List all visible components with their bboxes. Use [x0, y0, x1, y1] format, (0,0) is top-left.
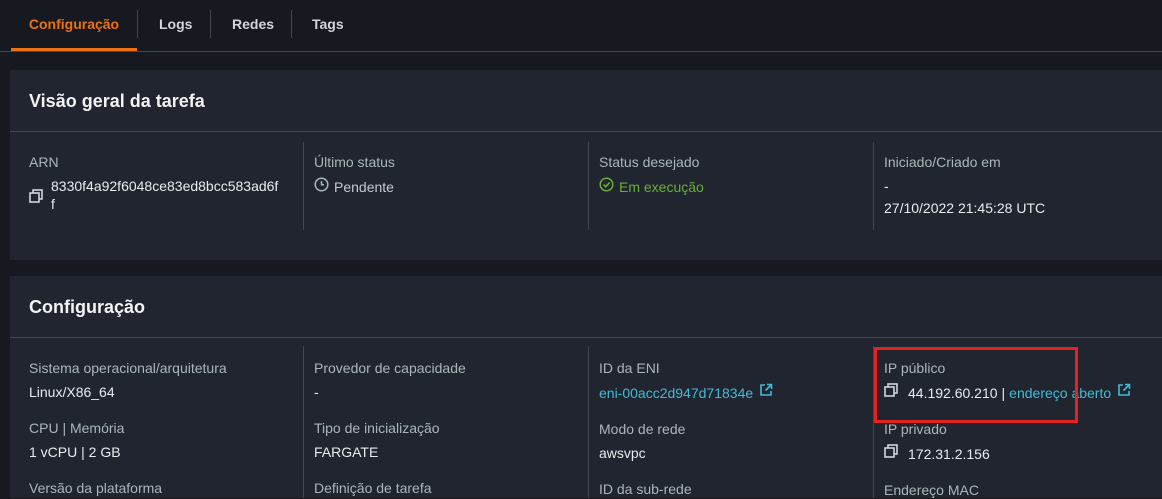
- started-field: Iniciado/Criado em - 27/10/2022 21:45:28…: [884, 153, 1154, 217]
- desired-status-value: Em execução: [619, 179, 704, 195]
- highlight-annotation-box: [874, 347, 1078, 423]
- last-status-value: Pendente: [334, 179, 394, 195]
- capacity-provider-label: Provedor de capacidade: [314, 360, 466, 376]
- launch-type-value: FARGATE: [314, 444, 379, 460]
- tab-divider: [137, 10, 138, 38]
- arn-field: ARN 8330f4a92f6048ce83ed8bcc583ad6f f: [29, 153, 299, 213]
- launch-type-label: Tipo de inicialização: [314, 420, 440, 436]
- arn-value: 8330f4a92f6048ce83ed8bcc583ad6f: [51, 178, 279, 194]
- column-divider: [588, 346, 589, 498]
- eni-id-label: ID da ENI: [599, 360, 660, 376]
- started-label: Iniciado/Criado em: [884, 154, 1001, 170]
- tab-redes[interactable]: Redes: [232, 0, 274, 51]
- panel-title: Visão geral da tarefa: [10, 70, 1162, 132]
- config-column-3: ID da ENI eni-00acc2d947d71834e Modo de …: [599, 359, 869, 498]
- network-mode-label: Modo de rede: [599, 421, 686, 437]
- column-divider: [303, 346, 304, 498]
- column-divider: [303, 142, 304, 230]
- cpu-memory-label: CPU | Memória: [29, 420, 125, 436]
- cpu-memory-value: 1 vCPU | 2 GB: [29, 444, 121, 460]
- external-link-icon[interactable]: [1117, 383, 1131, 402]
- tab-bar: Configuração Logs Redes Tags: [0, 0, 1162, 52]
- last-status-label: Último status: [314, 154, 395, 170]
- config-column-2: Provedor de capacidade - Tipo de inicial…: [314, 359, 574, 497]
- platform-version-label: Versão da plataforma: [29, 480, 163, 496]
- copy-icon[interactable]: [884, 444, 898, 463]
- capacity-provider-value: -: [314, 384, 319, 400]
- started-value: 27/10/2022 21:45:28 UTC: [884, 200, 1046, 216]
- subnet-id-label: ID da sub-rede: [599, 481, 692, 497]
- desired-status-label: Status desejado: [599, 154, 700, 170]
- external-link-icon[interactable]: [759, 383, 773, 402]
- task-definition-label: Definição de tarefa: [314, 480, 432, 496]
- tab-divider: [210, 10, 211, 38]
- copy-icon[interactable]: [29, 189, 43, 208]
- panel-title: Configuração: [10, 276, 1162, 338]
- arn-value-wrap: f: [51, 196, 55, 212]
- task-overview-panel: Visão geral da tarefa ARN 8330f4a92f6048…: [10, 70, 1162, 260]
- column-divider: [588, 142, 589, 230]
- config-column-1: Sistema operacional/arquitetura Linux/X8…: [29, 359, 299, 497]
- last-status-field: Último status Pendente: [314, 153, 574, 197]
- desired-status-field: Status desejado Em execução: [599, 153, 859, 197]
- tab-tags[interactable]: Tags: [312, 0, 344, 51]
- os-label: Sistema operacional/arquitetura: [29, 360, 227, 376]
- tab-divider: [291, 10, 292, 38]
- network-mode-value: awsvpc: [599, 445, 646, 461]
- tab-logs[interactable]: Logs: [159, 0, 192, 51]
- check-circle-icon: [599, 177, 614, 197]
- started-value-dash: -: [884, 178, 889, 194]
- arn-label: ARN: [29, 154, 59, 170]
- eni-id-link[interactable]: eni-00acc2d947d71834e: [599, 384, 753, 402]
- clock-icon: [314, 177, 329, 197]
- private-ip-value: 172.31.2.156: [908, 445, 990, 462]
- column-divider: [873, 142, 874, 230]
- os-value: Linux/X86_64: [29, 384, 115, 400]
- mac-address-label: Endereço MAC: [884, 482, 979, 498]
- tab-configuracao[interactable]: Configuração: [11, 0, 137, 51]
